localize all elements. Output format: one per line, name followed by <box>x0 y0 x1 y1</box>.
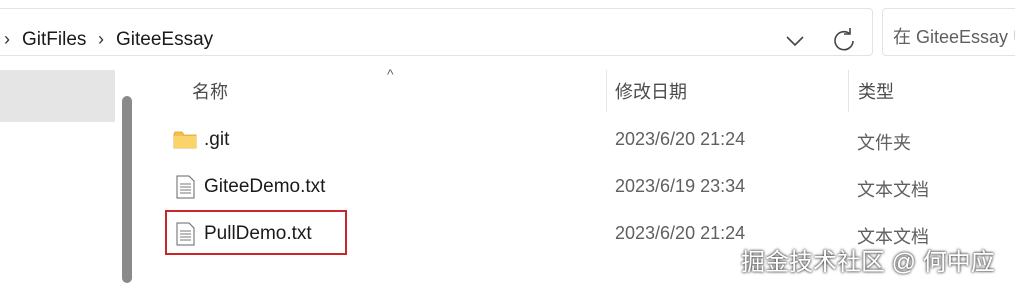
nav-scrollbar-thumb[interactable] <box>122 96 132 283</box>
address-history-button[interactable] <box>783 23 807 59</box>
navigation-pane <box>0 64 145 283</box>
watermark: 掘金技术社区 @ 何中应 <box>741 249 995 276</box>
file-name: PullDemo.txt <box>204 223 312 244</box>
file-type: 文件夹 <box>857 133 911 153</box>
breadcrumb-item-gitfiles[interactable]: GitFiles <box>22 29 86 51</box>
file-row[interactable]: .git 2023/6/20 21:24 文件夹 <box>160 117 1015 163</box>
search-input[interactable]: 在 GiteeEssay 中 <box>893 23 1015 49</box>
file-row[interactable]: GiteeDemo.txt 2023/6/19 23:34 文本文档 <box>160 164 1015 210</box>
toolbar: › GitFiles › GiteeEssay 在 GiteeEssay 中 <box>0 0 1015 64</box>
file-date: 2023/6/20 21:24 <box>615 223 746 243</box>
breadcrumb-separator: › <box>4 29 10 49</box>
address-bar[interactable]: › GitFiles › GiteeEssay <box>0 8 873 56</box>
column-header-date[interactable]: 修改日期 <box>615 78 687 104</box>
nav-item-selected[interactable] <box>0 70 115 122</box>
search-box[interactable]: 在 GiteeEssay 中 <box>882 8 1015 56</box>
column-header-name[interactable]: 名称 <box>192 78 228 104</box>
column-divider[interactable] <box>606 70 607 112</box>
text-file-icon <box>176 175 195 199</box>
file-date: 2023/6/19 23:34 <box>615 176 746 196</box>
column-divider[interactable] <box>848 70 849 112</box>
file-type: 文本文档 <box>857 180 929 200</box>
file-date: 2023/6/20 21:24 <box>615 129 746 149</box>
refresh-icon <box>834 28 854 51</box>
text-file-icon <box>176 222 195 246</box>
refresh-button[interactable] <box>828 23 860 59</box>
folder-icon <box>173 131 197 149</box>
breadcrumb-item-giteeessay[interactable]: GiteeEssay <box>116 29 213 51</box>
file-name: .git <box>204 129 230 150</box>
column-header-type[interactable]: 类型 <box>858 78 894 104</box>
sort-ascending-icon: ^ <box>387 66 394 82</box>
file-name: GiteeDemo.txt <box>204 176 326 197</box>
chevron-down-icon <box>786 36 804 47</box>
breadcrumb-separator: › <box>98 29 104 49</box>
